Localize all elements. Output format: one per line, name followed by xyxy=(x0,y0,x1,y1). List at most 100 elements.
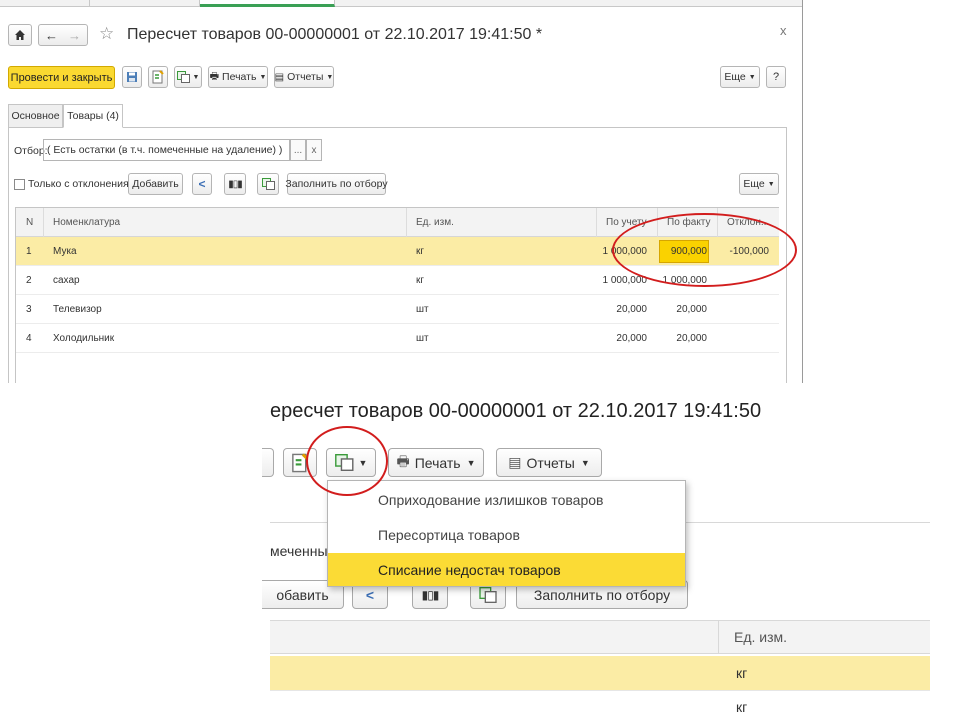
col-separator xyxy=(406,208,407,237)
row-unit: шт xyxy=(416,304,429,315)
row-number: 2 xyxy=(26,275,32,286)
row-name: сахар xyxy=(53,275,80,286)
col-nomenclature[interactable]: Номенклатура xyxy=(53,217,120,228)
pick-icon xyxy=(479,586,497,603)
row-number: 1 xyxy=(26,246,32,257)
post-button[interactable] xyxy=(148,66,168,88)
create-based-on-button[interactable]: ▼ xyxy=(174,66,202,88)
zoom-table-row[interactable] xyxy=(270,656,930,690)
col-separator xyxy=(718,620,719,654)
zoom-filter-partial: меченны xyxy=(270,543,328,559)
create-based-on-menu: Оприходование излишков товаров Пересорти… xyxy=(327,480,686,587)
share-button[interactable]: < xyxy=(192,173,212,195)
report-icon: ▤ xyxy=(274,71,285,83)
zoom-save-button-edge[interactable] xyxy=(262,448,274,477)
window-tab[interactable] xyxy=(90,0,200,7)
tab-goods[interactable]: Товары (4) xyxy=(63,104,123,128)
zoom-add-label: обавить xyxy=(276,586,329,603)
zoom-row-unit: кг xyxy=(736,665,748,681)
table-row[interactable]: 4 Холодильник шт 20,000 20,000 xyxy=(16,324,779,353)
post-document-icon xyxy=(152,70,164,84)
filter-clear-button[interactable]: x xyxy=(306,139,322,161)
row-name: Холодильник xyxy=(53,333,115,344)
panel-border-left xyxy=(8,127,9,383)
row-number: 3 xyxy=(26,304,32,315)
save-icon xyxy=(127,72,137,82)
tab-underline xyxy=(8,127,787,128)
chevron-down-icon: ▼ xyxy=(326,73,334,81)
chevron-down-icon: ▼ xyxy=(748,73,756,81)
filter-select-button[interactable]: ... xyxy=(290,139,306,161)
reports-button[interactable]: ▤ Отчеты ▼ xyxy=(274,66,334,88)
back-arrow-icon[interactable]: ← xyxy=(45,28,58,43)
more-button-label: Еще xyxy=(724,71,746,83)
star-icon[interactable]: ☆ xyxy=(99,24,114,44)
help-button[interactable]: ? xyxy=(766,66,786,88)
share-icon: < xyxy=(365,586,375,603)
pick-button[interactable] xyxy=(257,173,279,195)
chevron-down-icon: ▼ xyxy=(767,180,775,188)
chevron-down-icon: ▼ xyxy=(192,73,200,81)
zoom-table-header xyxy=(270,620,930,654)
row-fact-qty[interactable]: 20,000 xyxy=(657,333,707,344)
annotation-ellipse xyxy=(306,426,388,496)
zoom-print-button[interactable]: 🖶 Печать ▼ xyxy=(388,448,484,477)
menu-item-surplus-receipt[interactable]: Оприходование излишков товаров xyxy=(328,483,685,516)
zoom-reports-button[interactable]: ▤ Отчеты ▼ xyxy=(496,448,602,477)
save-button[interactable] xyxy=(122,66,142,88)
row-fact-qty[interactable]: 20,000 xyxy=(657,304,707,315)
list-more-button[interactable]: Еще ▼ xyxy=(739,173,779,195)
window-tabstrip xyxy=(0,0,802,7)
menu-item-shortage-writeoff[interactable]: Списание недостач товаров xyxy=(328,553,685,586)
reports-button-label: Отчеты xyxy=(287,71,324,83)
annotation-ellipse xyxy=(612,213,797,287)
fill-by-filter-button[interactable]: Заполнить по отбору xyxy=(285,173,388,195)
table-row[interactable]: 3 Телевизор шт 20,000 20,000 xyxy=(16,295,779,324)
barcode-button[interactable]: ▮▯▮ xyxy=(224,173,246,195)
zoom-row-unit: кг xyxy=(736,699,748,715)
row-name: Телевизор xyxy=(53,304,102,315)
row-book-qty: 20,000 xyxy=(616,304,647,315)
zoom-title: ересчет товаров 00-00000001 от 22.10.201… xyxy=(270,400,762,422)
print-button[interactable]: 🖶 Печать ▼ xyxy=(208,66,268,88)
home-icon xyxy=(15,30,25,40)
chevron-down-icon: ▼ xyxy=(259,73,267,81)
more-button[interactable]: Еще ▼ xyxy=(720,66,760,88)
nav-buttons: ← → xyxy=(38,24,88,46)
share-icon: < xyxy=(198,177,206,191)
post-and-close-button[interactable]: Провести и закрыть xyxy=(8,66,115,89)
list-more-label: Еще xyxy=(743,178,765,190)
chevron-down-icon: ▼ xyxy=(466,457,476,468)
document-window: ← → ☆ Пересчет товаров 00-00000001 от 22… xyxy=(0,0,803,383)
printer-icon: 🖶 xyxy=(209,70,220,82)
col-n[interactable]: N xyxy=(26,217,33,228)
col-unit[interactable]: Ед. изм. xyxy=(416,217,454,228)
col-separator xyxy=(43,208,44,237)
only-deviations-label: Только с отклонениями xyxy=(28,178,142,190)
close-icon[interactable]: x xyxy=(780,23,787,38)
zoom-col-unit[interactable]: Ед. изм. xyxy=(734,629,787,645)
row-name: Мука xyxy=(53,246,77,257)
zoom-print-label: Печать xyxy=(414,454,461,471)
row-number: 4 xyxy=(26,333,32,344)
row-book-qty: 20,000 xyxy=(616,333,647,344)
tab-main[interactable]: Основное xyxy=(8,104,63,128)
barcode-icon: ▮▯▮ xyxy=(228,178,242,190)
forward-arrow-icon[interactable]: → xyxy=(68,28,81,43)
report-icon: ▤ xyxy=(508,454,522,470)
chevron-down-icon: ▼ xyxy=(580,457,590,468)
home-button[interactable] xyxy=(8,24,32,46)
create-based-on-icon xyxy=(176,71,190,83)
print-button-label: Печать xyxy=(222,71,257,83)
window-title: Пересчет товаров 00-00000001 от 22.10.20… xyxy=(127,26,543,43)
window-tab[interactable] xyxy=(0,0,90,7)
barcode-icon: ▮▯▮ xyxy=(421,587,440,602)
filter-input[interactable]: ( Есть остатки (в т.ч. помеченные на уда… xyxy=(43,139,290,161)
window-tab-active[interactable] xyxy=(200,0,335,7)
zoom-reports-label: Отчеты xyxy=(526,454,575,471)
only-deviations-checkbox[interactable] xyxy=(14,179,25,190)
col-separator xyxy=(596,208,597,237)
add-button[interactable]: Добавить xyxy=(128,173,183,195)
menu-item-regrading[interactable]: Пересортица товаров xyxy=(328,518,685,551)
row-unit: кг xyxy=(416,246,425,257)
